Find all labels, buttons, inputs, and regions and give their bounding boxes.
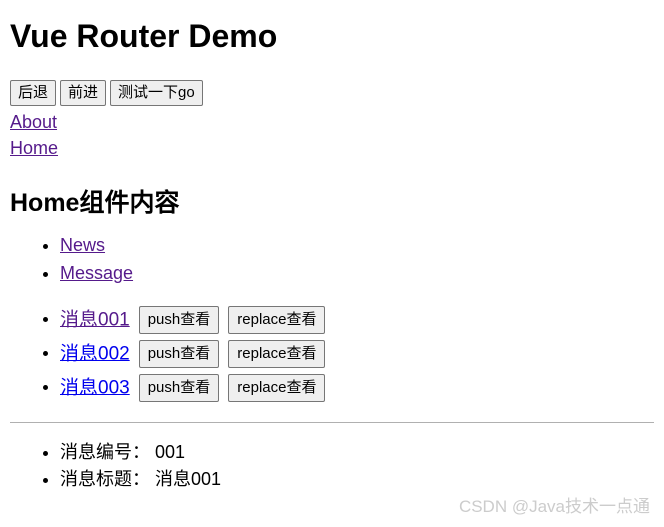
list-item: 消息编号： 001 (60, 439, 654, 467)
page-title: Vue Router Demo (10, 18, 278, 54)
list-item: 消息002 push查看 replace查看 (60, 339, 654, 368)
replace-button-002[interactable]: replace查看 (228, 339, 326, 368)
message-detail-list: 消息编号： 001 消息标题： 消息001 (10, 439, 654, 495)
nav-link-message[interactable]: Message (60, 263, 133, 283)
message-link-003[interactable]: 消息003 (60, 377, 130, 398)
message-list: 消息001 push查看 replace查看 消息002 push查看 repl… (10, 305, 654, 402)
nav-link-home[interactable]: Home (10, 135, 654, 161)
watermark: CSDN @Java技术一点通 (458, 497, 650, 516)
list-item: 消息标题： 消息001 (60, 466, 654, 494)
forward-button[interactable]: 前进 (60, 79, 107, 106)
message-link-002[interactable]: 消息002 (60, 343, 130, 364)
page-root: Vue Router Demo 后退 前进 测试一下go About Home … (0, 0, 664, 494)
list-item: 消息003 push查看 replace查看 (60, 373, 654, 402)
replace-button-003[interactable]: replace查看 (228, 373, 326, 402)
list-item: News (60, 232, 654, 260)
nav-link-about[interactable]: About (10, 109, 654, 135)
top-nav: About Home (10, 109, 654, 161)
home-nav-list: News Message (10, 232, 654, 288)
push-button-003[interactable]: push查看 (138, 373, 220, 402)
list-item: Message (60, 260, 654, 288)
list-item: 消息001 push查看 replace查看 (60, 305, 654, 334)
section-divider (10, 421, 654, 423)
replace-button-001[interactable]: replace查看 (228, 305, 326, 334)
nav-link-news[interactable]: News (60, 235, 105, 255)
back-button[interactable]: 后退 (10, 79, 57, 106)
message-link-001[interactable]: 消息001 (60, 309, 130, 330)
history-controls: 后退 前进 测试一下go (10, 79, 654, 106)
section-heading: Home组件内容 (10, 188, 180, 217)
push-button-002[interactable]: push查看 (138, 339, 220, 368)
go-button[interactable]: 测试一下go (110, 79, 203, 106)
push-button-001[interactable]: push查看 (138, 305, 220, 334)
